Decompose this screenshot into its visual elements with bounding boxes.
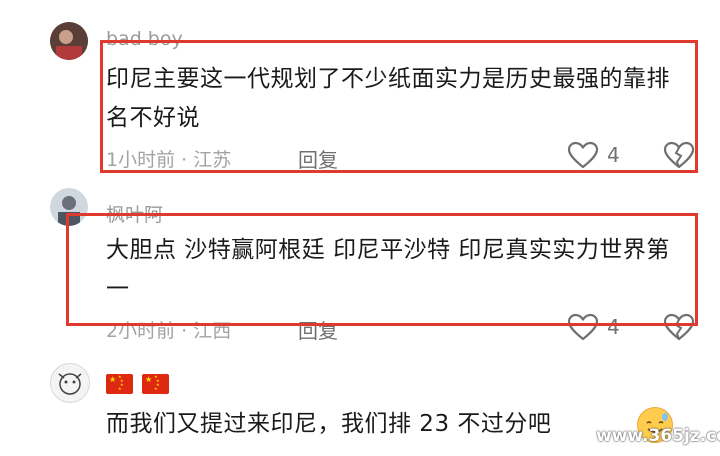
avatar-image [51, 364, 89, 402]
highlight-box-1 [100, 40, 698, 173]
china-flag-icon: ★ ★ ★ ★ ★ [106, 373, 133, 394]
flag-row: ★ ★ ★ ★ ★ ★ ★ ★ ★ ★ [106, 372, 178, 394]
china-flag-icon: ★ ★ ★ ★ ★ [142, 373, 169, 394]
avatar[interactable] [50, 363, 90, 403]
watermark-text: www.365jz.com [596, 426, 720, 446]
avatar[interactable] [50, 22, 88, 60]
highlight-box-2 [66, 213, 698, 326]
avatar-image [50, 22, 88, 60]
